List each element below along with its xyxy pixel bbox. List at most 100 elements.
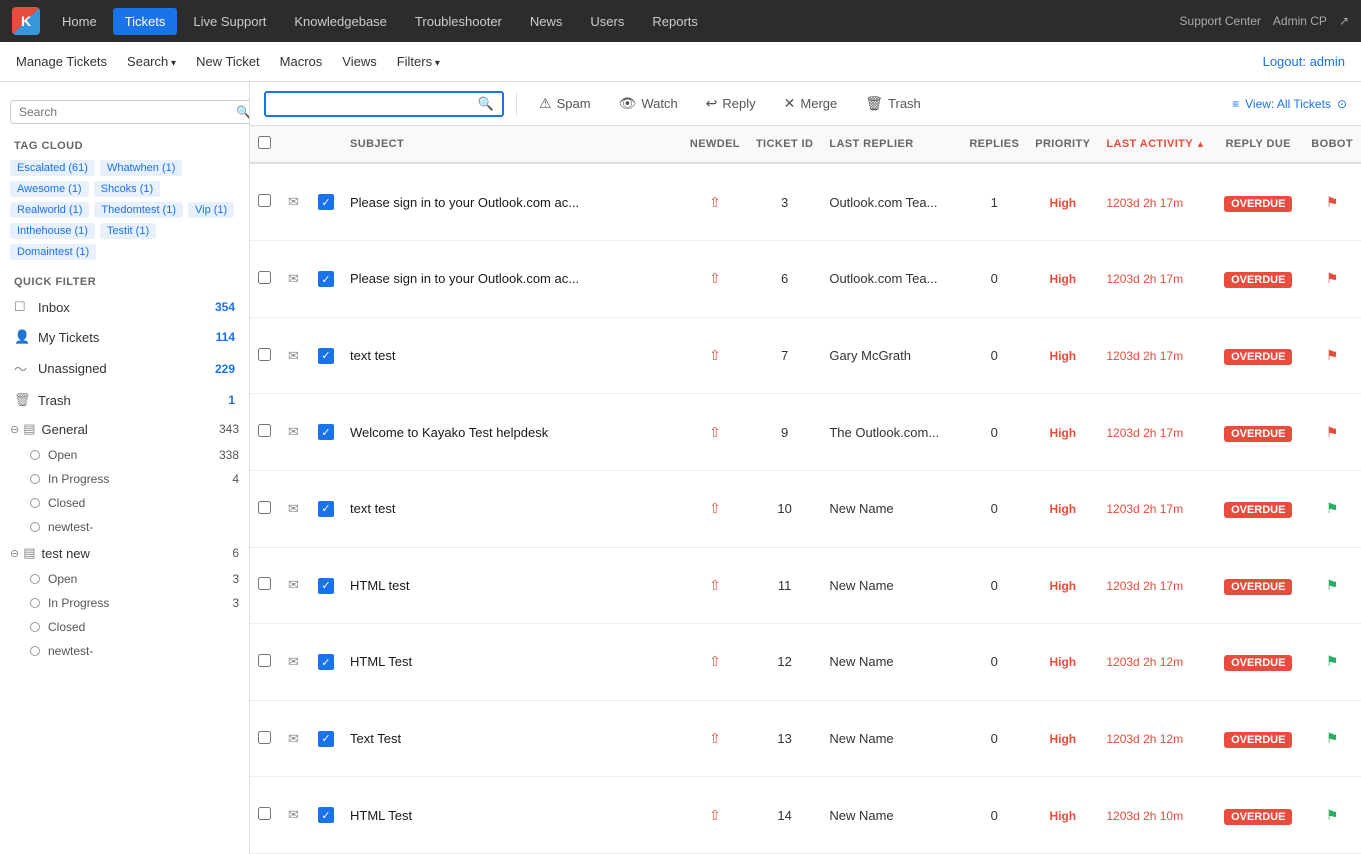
nav-news[interactable]: News	[518, 8, 575, 35]
select-all-checkbox[interactable]	[258, 136, 271, 149]
dept-testnew-inprogress[interactable]: In Progress 3	[30, 591, 249, 615]
open-count: 338	[219, 448, 239, 462]
envelope-icon-8: ✉	[288, 807, 299, 822]
merge-button[interactable]: ✕ Merge	[774, 90, 848, 117]
newdel-arrow-7: ⇧	[709, 730, 721, 746]
row-checkbox-7[interactable]	[258, 731, 271, 744]
th-lastactivity[interactable]: LAST ACTIVITY	[1098, 126, 1213, 163]
table-row: ✉ ✓ Please sign in to your Outlook.com a…	[250, 241, 1361, 318]
nav-troubleshooter[interactable]: Troubleshooter	[403, 8, 514, 35]
newdel-arrow-6: ⇧	[709, 653, 721, 669]
dept-general-inprogress[interactable]: In Progress 4	[30, 467, 249, 491]
dept-testnew-icon: ▤	[23, 545, 35, 561]
sidebar-item-unassigned[interactable]: 〜 Unassigned 229	[0, 352, 249, 385]
manage-tickets-link[interactable]: Manage Tickets	[16, 50, 107, 73]
row-checkbox-0[interactable]	[258, 194, 271, 207]
row-checkbox-1[interactable]	[258, 271, 271, 284]
filters-dropdown[interactable]: Filters	[397, 50, 440, 73]
trash-button[interactable]: 🗑 Trash	[855, 90, 931, 117]
external-link-icon[interactable]: ↗	[1339, 14, 1349, 28]
newdel-arrow-8: ⇧	[709, 807, 721, 823]
table-header: SUBJECT NEWDEL TICKET ID LAST REPLIER RE…	[250, 126, 1361, 163]
tag-escalated[interactable]: Escalated (61)	[10, 160, 95, 176]
nav-users[interactable]: Users	[578, 8, 636, 35]
subject-3[interactable]: Welcome to Kayako Test helpdesk	[350, 425, 548, 440]
table-row: ✉ ✓ Text Test ⇧ 13 New Name 0 High 1203d…	[250, 700, 1361, 777]
ticketid-3: 9	[748, 394, 821, 471]
search-dropdown[interactable]: Search	[127, 50, 176, 73]
tag-shcoks[interactable]: Shcoks (1)	[94, 181, 161, 197]
tag-whatwhen[interactable]: Whatwhen (1)	[100, 160, 182, 176]
subject-0[interactable]: Please sign in to your Outlook.com ac...	[350, 195, 579, 210]
tag-awesome[interactable]: Awesome (1)	[10, 181, 89, 197]
sidebar-item-my-tickets[interactable]: 👤 My Tickets 114	[0, 322, 249, 352]
dept-general-newtest[interactable]: newtest-	[30, 515, 249, 539]
dept-general-open[interactable]: Open 338	[30, 443, 249, 467]
dept-general-closed[interactable]: Closed	[30, 491, 249, 515]
tag-thedomtest[interactable]: Thedomtest (1)	[94, 202, 183, 218]
row-checkbox-2[interactable]	[258, 348, 271, 361]
subject-2[interactable]: text test	[350, 348, 396, 363]
tag-realworld[interactable]: Realworld (1)	[10, 202, 89, 218]
reply-button[interactable]: ↩ Reply	[696, 90, 766, 117]
row-checkbox-8[interactable]	[258, 807, 271, 820]
logout-link[interactable]: Logout: admin	[1263, 54, 1345, 69]
newtest-label: newtest-	[48, 520, 239, 534]
check-blue-4: ✓	[318, 501, 334, 517]
nav-knowledgebase[interactable]: Knowledgebase	[282, 8, 399, 35]
check-blue-8: ✓	[318, 807, 334, 823]
view-chevron-icon: ⊙	[1337, 97, 1347, 111]
tn-open-count: 3	[232, 572, 239, 586]
admin-cp-link[interactable]: Admin CP	[1273, 14, 1327, 28]
views-link[interactable]: Views	[342, 50, 376, 73]
dept-testnew-closed[interactable]: Closed	[30, 615, 249, 639]
sidebar-search-input[interactable]	[19, 105, 236, 119]
priority-0: High	[1049, 196, 1076, 210]
lastreplier-5: New Name	[821, 547, 961, 624]
tag-inthehouse[interactable]: Inthehouse (1)	[10, 223, 95, 239]
dept-general-collapse[interactable]: ⊖	[10, 423, 19, 436]
row-checkbox-3[interactable]	[258, 424, 271, 437]
priority-2: High	[1049, 349, 1076, 363]
replies-4: 0	[961, 470, 1027, 547]
dept-testnew[interactable]: ⊖ ▤ test new 6	[0, 539, 249, 567]
sidebar-item-inbox[interactable]: ☐ Inbox 354	[0, 292, 249, 322]
tag-vip[interactable]: Vip (1)	[188, 202, 234, 218]
sidebar-item-trash[interactable]: 🗑 Trash 1	[0, 385, 249, 415]
spam-label: Spam	[557, 96, 591, 111]
top-nav-items: Home Tickets Live Support Knowledgebase …	[50, 8, 1180, 35]
new-ticket-link[interactable]: New Ticket	[196, 50, 260, 73]
subject-8[interactable]: HTML Test	[350, 808, 412, 823]
tag-testit[interactable]: Testit (1)	[100, 223, 156, 239]
dept-testnew-open[interactable]: Open 3	[30, 567, 249, 591]
flag-8: ⚑	[1326, 807, 1339, 823]
subject-4[interactable]: text test	[350, 501, 396, 516]
nav-tickets[interactable]: Tickets	[113, 8, 178, 35]
row-checkbox-5[interactable]	[258, 577, 271, 590]
row-checkbox-6[interactable]	[258, 654, 271, 667]
nav-home[interactable]: Home	[50, 8, 109, 35]
dept-general[interactable]: ⊖ ▤ General 343	[0, 415, 249, 443]
unassigned-count: 229	[215, 362, 235, 376]
flag-6: ⚑	[1326, 653, 1339, 669]
dept-testnew-collapse[interactable]: ⊖	[10, 547, 19, 560]
lastactivity-5: 1203d 2h 17m	[1106, 579, 1183, 593]
newtest-dot	[30, 522, 40, 532]
subject-1[interactable]: Please sign in to your Outlook.com ac...	[350, 271, 579, 286]
nav-reports[interactable]: Reports	[640, 8, 710, 35]
subject-7[interactable]: Text Test	[350, 731, 401, 746]
watch-button[interactable]: 👁 Watch	[609, 90, 688, 117]
dept-testnew-newtest[interactable]: newtest-	[30, 639, 249, 663]
view-all-tickets[interactable]: ≡ View: All Tickets ⊙	[1232, 97, 1347, 111]
macros-link[interactable]: Macros	[280, 50, 323, 73]
spam-button[interactable]: ⚠ Spam	[529, 90, 601, 117]
subject-5[interactable]: HTML test	[350, 578, 409, 593]
table-row: ✉ ✓ HTML test ⇧ 11 New Name 0 High 1203d…	[250, 547, 1361, 624]
ticket-search-input[interactable]	[274, 96, 470, 111]
subject-6[interactable]: HTML Test	[350, 654, 412, 669]
sidebar: 🔍 TAG CLOUD Escalated (61) Whatwhen (1) …	[0, 82, 250, 854]
support-center-link[interactable]: Support Center	[1180, 14, 1261, 28]
tag-domaintest[interactable]: Domaintest (1)	[10, 244, 96, 260]
nav-live-support[interactable]: Live Support	[181, 8, 278, 35]
row-checkbox-4[interactable]	[258, 501, 271, 514]
